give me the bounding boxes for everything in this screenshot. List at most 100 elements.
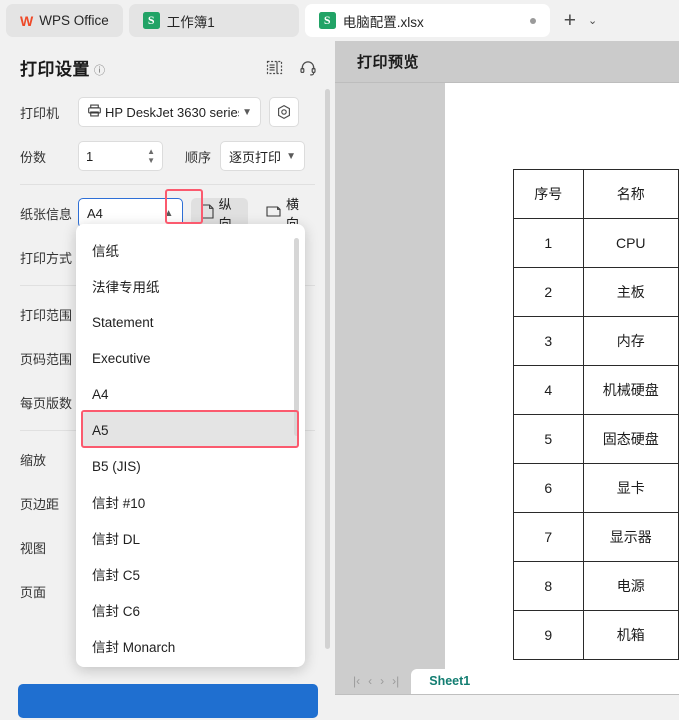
table-cell-name: 内存 xyxy=(582,316,679,366)
table-cell-index: 9 xyxy=(513,610,584,660)
table-cell-name: 显示器 xyxy=(582,512,679,562)
table-row: 8 电源 xyxy=(513,561,679,611)
table-row: 3 内存 xyxy=(513,316,679,366)
preview-page: 序号 名称 1 CPU 2 主板 3 内存 4 机械硬盘 5 固态硬盘 6 显卡… xyxy=(445,83,679,695)
wps-logo-icon: W xyxy=(20,12,33,29)
prev-sheet-icon[interactable]: ‹ xyxy=(368,674,372,688)
portrait-page-icon xyxy=(201,204,214,222)
dropdown-option-a4[interactable]: A4 xyxy=(76,376,305,412)
table-header-cell: 序号 xyxy=(513,169,584,219)
table-cell-index: 4 xyxy=(513,365,584,415)
table-row: 1 CPU xyxy=(513,218,679,268)
table-row: 2 主板 xyxy=(513,267,679,317)
table-row: 9 机箱 xyxy=(513,610,679,660)
order-value: 逐页打印 xyxy=(229,149,282,165)
dropdown-option-envelope-dl[interactable]: 信封 DL xyxy=(76,520,305,556)
table-header-row: 序号 名称 xyxy=(513,169,679,219)
sheet-bar: |‹ ‹ › ›| Sheet1 xyxy=(335,666,679,694)
preview-table: 序号 名称 1 CPU 2 主板 3 内存 4 机械硬盘 5 固态硬盘 6 显卡… xyxy=(513,169,679,660)
table-cell-name: 机械硬盘 xyxy=(582,365,679,415)
dropdown-scrollbar[interactable] xyxy=(294,238,299,436)
table-cell-name: 主板 xyxy=(582,267,679,317)
print-preview-pane: 打印预览 序号 名称 1 CPU 2 主板 3 内存 4 机械硬盘 5 固态硬盘… xyxy=(335,41,679,720)
print-method-label: 打印方式 xyxy=(20,250,73,266)
dropdown-option-envelope-monarch[interactable]: 信封 Monarch xyxy=(76,628,305,664)
page-range-label: 页码范围 xyxy=(20,351,73,367)
next-sheet-icon[interactable]: › xyxy=(380,674,384,688)
chevron-down-icon[interactable]: ⌄ xyxy=(588,14,597,27)
paper-label: 纸张信息 xyxy=(20,206,73,222)
table-row: 5 固态硬盘 xyxy=(513,414,679,464)
stepper-arrows-icon[interactable]: ▲ ▼ xyxy=(147,147,155,165)
unsaved-dot-icon xyxy=(529,17,536,24)
table-row: 4 机械硬盘 xyxy=(513,365,679,415)
wps-print-settings-window: W WPS Office S 工作簿1 S 电脑配置.xlsx + ⌄ 打印设置… xyxy=(0,0,679,720)
sheet-file-icon: S xyxy=(318,12,336,29)
dropdown-option-envelope-c5[interactable]: 信封 C5 xyxy=(76,556,305,592)
dropdown-option-statement[interactable]: Statement xyxy=(76,304,305,340)
preview-header: 打印预览 xyxy=(335,41,679,83)
landscape-page-icon xyxy=(266,205,281,221)
sheet-tab-sheet1[interactable]: Sheet1 xyxy=(411,669,489,694)
preview-title: 打印预览 xyxy=(357,54,420,71)
margins-label: 页边距 xyxy=(20,496,60,512)
table-cell-name: 显卡 xyxy=(582,463,679,513)
table-cell-name: 电源 xyxy=(582,561,679,611)
table-cell-index: 1 xyxy=(513,218,584,268)
tab-computer-config-xlsx[interactable]: S 电脑配置.xlsx xyxy=(304,4,550,37)
table-cell-name: CPU xyxy=(582,218,679,268)
sheet-file-icon: S xyxy=(142,12,160,29)
panel-scrollbar[interactable] xyxy=(325,89,330,649)
dropdown-option-b5-jis[interactable]: B5 (JIS) xyxy=(76,448,305,484)
printer-properties-button[interactable] xyxy=(269,97,299,127)
table-row: 7 显示器 xyxy=(513,512,679,562)
table-cell-name: 固态硬盘 xyxy=(582,414,679,464)
table-header-cell: 名称 xyxy=(582,169,679,219)
last-sheet-icon[interactable]: ›| xyxy=(392,674,399,688)
chevron-up-icon[interactable]: ▲ xyxy=(164,208,174,219)
page-title: 打印设置 xyxy=(20,60,90,79)
print-button[interactable] xyxy=(18,684,318,718)
view-label: 视图 xyxy=(20,540,47,556)
paper-size-value: A4 xyxy=(87,205,103,221)
order-label: 顺序 xyxy=(185,149,212,165)
stepper-down-icon[interactable]: ▼ xyxy=(147,156,155,165)
headset-icon[interactable] xyxy=(299,59,317,77)
divider xyxy=(20,184,315,185)
dropdown-option-a5[interactable]: A5 xyxy=(82,412,299,448)
sheet-navigation: |‹ ‹ › ›| xyxy=(335,674,411,694)
question-circle-icon[interactable]: ⓘ xyxy=(94,62,105,78)
dropdown-option-executive[interactable]: Executive xyxy=(76,340,305,376)
copies-stepper[interactable]: 1 ▲ ▼ xyxy=(78,141,163,171)
tab-label: 工作簿1 xyxy=(166,14,215,30)
status-bar xyxy=(335,694,679,720)
tab-wps-office[interactable]: W WPS Office xyxy=(6,4,123,37)
panel-layout-icon[interactable] xyxy=(266,59,283,76)
print-range-label: 打印范围 xyxy=(20,307,73,323)
table-cell-index: 3 xyxy=(513,316,584,366)
printer-select[interactable]: HP DeskJet 3630 series ▼ xyxy=(78,97,261,127)
panel-header: 打印设置 ⓘ xyxy=(0,41,335,90)
printer-label: 打印机 xyxy=(20,105,60,121)
dropdown-option-envelope-10[interactable]: 信封 #10 xyxy=(76,484,305,520)
page-label: 页面 xyxy=(20,584,47,600)
table-cell-index: 7 xyxy=(513,512,584,562)
copies-row: 份数 1 ▲ ▼ 顺序 逐页打印 ▼ xyxy=(0,134,335,178)
tab-workbook1[interactable]: S 工作簿1 xyxy=(128,4,299,37)
first-sheet-icon[interactable]: |‹ xyxy=(353,674,360,688)
table-cell-name: 机箱 xyxy=(582,610,679,660)
tab-label: WPS Office xyxy=(39,13,109,28)
dropdown-option-letter[interactable]: 信纸 xyxy=(76,232,305,268)
table-cell-index: 8 xyxy=(513,561,584,611)
new-tab-button[interactable]: + xyxy=(564,9,576,33)
paper-size-dropdown[interactable]: 信纸 法律专用纸 Statement Executive A4 A5 B5 (J… xyxy=(76,224,305,667)
dropdown-option-legal[interactable]: 法律专用纸 xyxy=(76,268,305,304)
pages-per-sheet-label: 每页版数 xyxy=(20,395,73,411)
printer-value: HP DeskJet 3630 series xyxy=(105,104,240,120)
order-select[interactable]: 逐页打印 ▼ xyxy=(220,141,306,171)
copies-value: 1 xyxy=(86,148,94,164)
dropdown-option-envelope-c6[interactable]: 信封 C6 xyxy=(76,592,305,628)
stepper-up-icon[interactable]: ▲ xyxy=(147,147,155,156)
printer-icon xyxy=(87,103,102,121)
tab-label: 电脑配置.xlsx xyxy=(342,14,424,30)
